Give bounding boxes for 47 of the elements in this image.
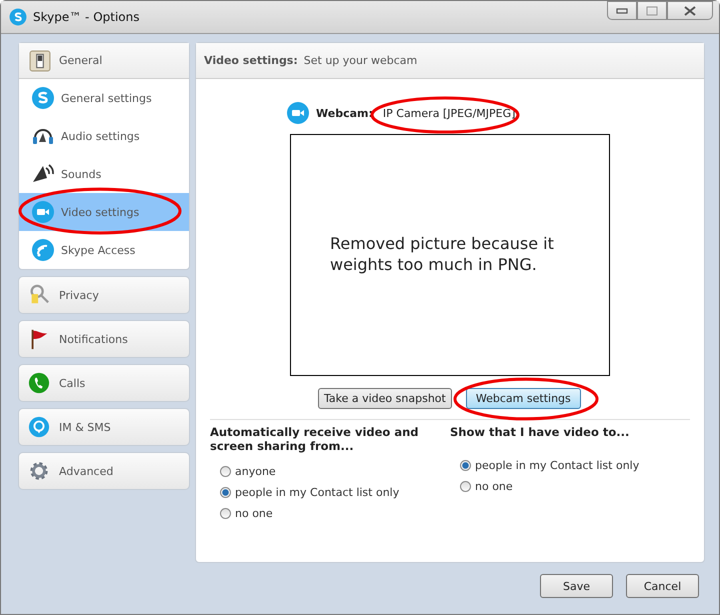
sidebar-item[interactable]: Skype Access [19, 231, 189, 269]
dialog-button[interactable]: Save [540, 574, 613, 598]
sidebar-section-button[interactable]: IM & SMS [18, 408, 190, 446]
phone-icon [28, 372, 50, 394]
switch-icon [29, 50, 51, 72]
radio-button[interactable] [460, 460, 471, 471]
close-icon [684, 6, 696, 16]
group-title: Show that I have video to... [450, 425, 630, 441]
close-button[interactable] [667, 1, 713, 20]
webcam-label: Webcam: [316, 106, 374, 120]
radio-button[interactable] [460, 481, 471, 492]
skype-logo-icon [9, 8, 27, 26]
panel-subtitle: Set up your webcam [304, 54, 418, 67]
skype-logo-icon [31, 86, 55, 110]
radio-label: no one [235, 507, 273, 520]
sidebar-item[interactable]: Video settings [19, 193, 189, 231]
chat-icon [28, 416, 50, 438]
webcam-name: IP Camera [JPEG/MJPEG] [382, 106, 516, 120]
sidebar-section-button[interactable]: Notifications [18, 320, 190, 358]
gear-icon [28, 460, 50, 482]
camera-icon [286, 101, 310, 125]
radio-button[interactable] [220, 487, 231, 498]
sidebar-item[interactable]: General settings [19, 79, 189, 117]
dialog-button[interactable]: Cancel [626, 574, 699, 598]
radio-button[interactable] [220, 508, 231, 519]
camera-icon [31, 200, 55, 224]
radio-label: people in my Contact list only [475, 459, 640, 472]
maximize-button[interactable] [637, 1, 667, 20]
preview-message: Removed picture because it weights too much in PNG. [330, 234, 555, 276]
maximize-icon [646, 6, 658, 16]
radio-label: anyone [235, 465, 276, 478]
minimize-button[interactable] [607, 1, 637, 20]
snapshot-button[interactable]: Take a video snapshot [318, 388, 452, 409]
sidebar-section-button[interactable]: Privacy [18, 276, 190, 314]
sidebar-item[interactable]: Audio settings [19, 117, 189, 155]
radio-label: no one [475, 480, 513, 493]
minimize-icon [616, 8, 628, 14]
radio-button[interactable] [220, 466, 231, 477]
group-title: Automatically receive video and screen sharing from... [210, 425, 420, 453]
sidebar-item[interactable]: Sounds [19, 155, 189, 193]
radio-label: people in my Contact list only [235, 486, 400, 499]
panel-title: Video settings: [204, 54, 298, 67]
sidebar-section-button[interactable]: Advanced [18, 452, 190, 490]
webcam-settings-button[interactable]: Webcam settings [466, 388, 581, 409]
window-title: Skype™ - Options [33, 10, 140, 24]
sidebar-section-button[interactable]: Calls [18, 364, 190, 402]
sidebar-header[interactable]: General [19, 43, 189, 79]
